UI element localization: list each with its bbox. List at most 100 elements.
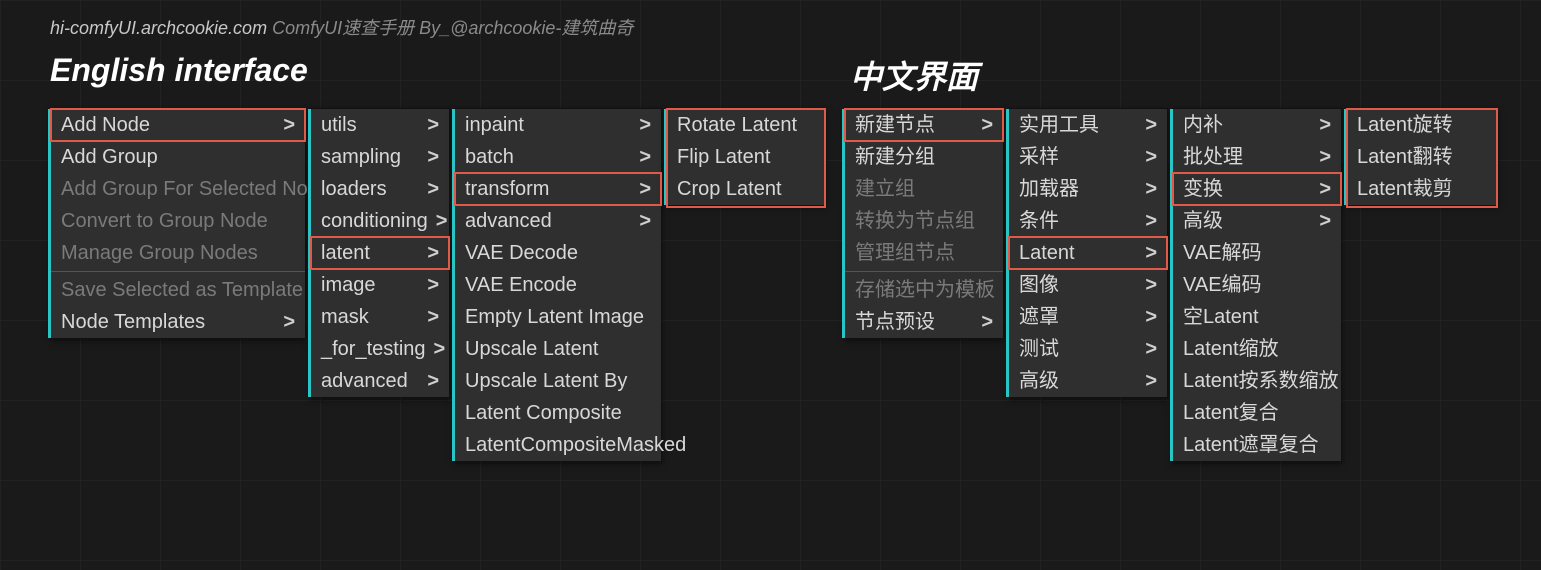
- submenu-arrow-icon: >: [427, 143, 439, 171]
- submenu-arrow-icon: >: [283, 111, 295, 139]
- menu-item-label: batch: [465, 143, 514, 171]
- menu-item-label: Flip Latent: [677, 143, 770, 171]
- menu-item[interactable]: 图像>: [1009, 269, 1167, 301]
- menu-item-label: Latent按系数缩放: [1183, 367, 1339, 395]
- submenu-arrow-icon: >: [427, 271, 439, 299]
- menu-item[interactable]: 条件>: [1009, 205, 1167, 237]
- menu-item[interactable]: 采样 >: [1009, 141, 1167, 173]
- menu-item[interactable]: 新建分组: [845, 141, 1003, 173]
- menu-item-label: loaders: [321, 175, 387, 203]
- menu-item-label: Latent Composite: [465, 399, 622, 427]
- menu-item-label: latent: [321, 239, 370, 267]
- menu-item[interactable]: Latent遮罩复合: [1173, 429, 1341, 461]
- menu-item[interactable]: Flip Latent: [667, 141, 825, 173]
- submenu-arrow-icon: >: [639, 175, 651, 203]
- submenu-arrow-icon: >: [1319, 175, 1331, 203]
- menu-item[interactable]: 新建节点>: [845, 109, 1003, 141]
- menu-item[interactable]: advanced>: [455, 205, 661, 237]
- menu-item: 管理组节点: [845, 237, 1003, 269]
- menu-item[interactable]: 内补>: [1173, 109, 1341, 141]
- menu-item[interactable]: Add Group: [51, 141, 305, 173]
- menu-item-label: 管理组节点: [855, 239, 955, 267]
- menu-item[interactable]: Crop Latent: [667, 173, 825, 205]
- menu-item[interactable]: advanced>: [311, 365, 449, 397]
- menu-item[interactable]: sampling>: [311, 141, 449, 173]
- menu-item-label: VAE编码: [1183, 271, 1262, 299]
- menu-item[interactable]: 加载器 >: [1009, 173, 1167, 205]
- menu-item-label: Latent旋转: [1357, 111, 1453, 139]
- menu-item-label: Convert to Group Node: [61, 207, 268, 235]
- menu-item[interactable]: Upscale Latent: [455, 333, 661, 365]
- menu-item[interactable]: 节点预设>: [845, 306, 1003, 338]
- menu-item-label: 加载器: [1019, 175, 1079, 203]
- menu-item[interactable]: 变换 >: [1173, 173, 1341, 205]
- menu-item-label: Manage Group Nodes: [61, 239, 258, 267]
- menu-item-label: mask: [321, 303, 369, 331]
- menu-item[interactable]: VAE解码: [1173, 237, 1341, 269]
- menu-item[interactable]: Rotate Latent: [667, 109, 825, 141]
- menu-item: Save Selected as Template: [51, 274, 305, 306]
- menu-item[interactable]: transform>: [455, 173, 661, 205]
- submenu-arrow-icon: >: [1145, 367, 1157, 395]
- menu-item[interactable]: 批处理>: [1173, 141, 1341, 173]
- context-menu-cn-level4: Latent旋转Latent翻转Latent裁剪: [1346, 108, 1498, 206]
- menu-item[interactable]: 空Latent: [1173, 301, 1341, 333]
- menu-item[interactable]: utils>: [311, 109, 449, 141]
- menu-item[interactable]: Add Node>: [51, 109, 305, 141]
- context-menu-cn-level3: 内补>批处理>变换>高级>VAE解码VAE编码空LatentLatent缩放La…: [1172, 108, 1342, 462]
- menu-item-label: 条件: [1019, 207, 1059, 235]
- menu-item[interactable]: 高级>: [1009, 365, 1167, 397]
- menu-item[interactable]: conditioning>: [311, 205, 449, 237]
- menu-item-label: advanced: [465, 207, 552, 235]
- menu-item[interactable]: VAE编码: [1173, 269, 1341, 301]
- menu-item-label: Latent遮罩复合: [1183, 431, 1319, 459]
- menu-item[interactable]: VAE Decode: [455, 237, 661, 269]
- site-url: hi-comfyUI.archcookie.com: [50, 18, 267, 38]
- doc-header: hi-comfyUI.archcookie.com ComfyUI速查手册 By…: [50, 14, 633, 40]
- menu-item[interactable]: mask>: [311, 301, 449, 333]
- menu-item[interactable]: Latent按系数缩放: [1173, 365, 1341, 397]
- menu-item[interactable]: 遮罩>: [1009, 301, 1167, 333]
- menu-item-label: 高级: [1183, 207, 1223, 235]
- submenu-arrow-icon: >: [1145, 111, 1157, 139]
- menu-item[interactable]: Latent缩放: [1173, 333, 1341, 365]
- menu-item[interactable]: _for_testing>: [311, 333, 449, 365]
- menu-item[interactable]: 实用工具>: [1009, 109, 1167, 141]
- menu-item-label: 采样: [1019, 143, 1059, 171]
- menu-item[interactable]: loaders>: [311, 173, 449, 205]
- menu-item[interactable]: Upscale Latent By: [455, 365, 661, 397]
- menu-item[interactable]: Latent翻转: [1347, 141, 1497, 173]
- submenu-arrow-icon: >: [1145, 175, 1157, 203]
- menu-item[interactable]: 高级>: [1173, 205, 1341, 237]
- menu-item-label: inpaint: [465, 111, 524, 139]
- context-menu-en-level2: utils>sampling>loaders>conditioning>late…: [310, 108, 450, 398]
- menu-item-label: Add Group: [61, 143, 158, 171]
- menu-item[interactable]: batch>: [455, 141, 661, 173]
- menu-item-label: Latent缩放: [1183, 335, 1279, 363]
- menu-item-label: VAE解码: [1183, 239, 1262, 267]
- menu-item-label: Latent复合: [1183, 399, 1279, 427]
- menu-item[interactable]: Latent复合: [1173, 397, 1341, 429]
- submenu-arrow-icon: >: [427, 111, 439, 139]
- menu-item[interactable]: image>: [311, 269, 449, 301]
- menu-separator: [51, 271, 305, 272]
- menu-item[interactable]: inpaint>: [455, 109, 661, 141]
- menu-item-label: Latent: [1019, 239, 1075, 267]
- menu-item-label: VAE Encode: [465, 271, 577, 299]
- menu-item[interactable]: Latent裁剪: [1347, 173, 1497, 205]
- menu-item[interactable]: Node Templates>: [51, 306, 305, 338]
- menu-item[interactable]: Latent>: [1009, 237, 1167, 269]
- menu-item-label: 变换: [1183, 175, 1223, 203]
- menu-item[interactable]: Latent旋转: [1347, 109, 1497, 141]
- menu-item[interactable]: latent>: [311, 237, 449, 269]
- menu-item[interactable]: Latent Composite: [455, 397, 661, 429]
- menu-item-label: 测试: [1019, 335, 1059, 363]
- menu-item[interactable]: LatentCompositeMasked: [455, 429, 661, 461]
- submenu-arrow-icon: >: [1319, 111, 1331, 139]
- doc-tagline: ComfyUI速查手册 By_@archcookie-建筑曲奇: [272, 18, 633, 38]
- menu-item[interactable]: 测试>: [1009, 333, 1167, 365]
- menu-item[interactable]: Empty Latent Image: [455, 301, 661, 333]
- submenu-arrow-icon: >: [1145, 143, 1157, 171]
- menu-item[interactable]: VAE Encode: [455, 269, 661, 301]
- menu-item: 存储选中为模板: [845, 274, 1003, 306]
